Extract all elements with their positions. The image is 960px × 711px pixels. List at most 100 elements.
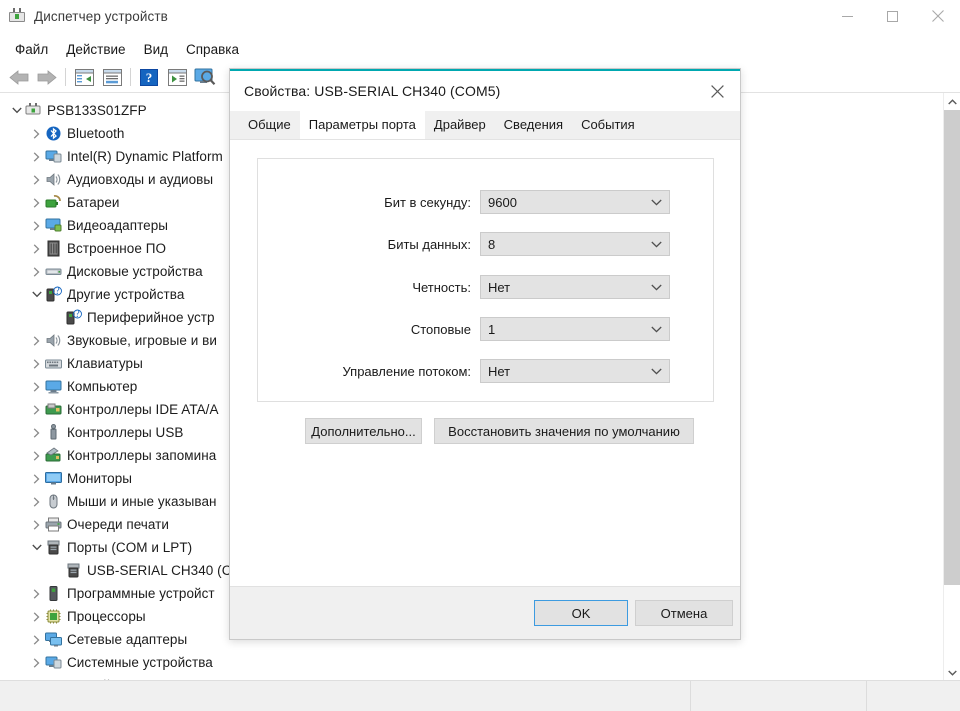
usb-controller-icon	[45, 424, 62, 441]
unknown-device-icon: ?	[65, 309, 82, 326]
tab-0[interactable]: Общие	[239, 112, 300, 139]
scan-hardware-changes-icon[interactable]	[163, 64, 191, 90]
field-combobox[interactable]: 1	[480, 317, 670, 341]
menu-file[interactable]: Файл	[6, 39, 57, 60]
processor-icon	[45, 608, 62, 625]
tree-item-label: Процессоры	[67, 609, 146, 624]
chevron-right-icon[interactable]	[28, 490, 45, 513]
forward-arrow-icon[interactable]	[33, 64, 61, 90]
chevron-right-icon[interactable]	[28, 513, 45, 536]
field-value: 9600	[488, 194, 517, 210]
chevron-right-icon[interactable]	[28, 582, 45, 605]
chevron-right-icon[interactable]	[28, 398, 45, 421]
chevron-right-icon[interactable]	[28, 191, 45, 214]
chevron-down-icon[interactable]	[651, 318, 662, 340]
field-combobox[interactable]: Нет	[480, 359, 670, 383]
field-label: Управление потоком:	[342, 363, 471, 379]
chevron-right-icon[interactable]	[28, 605, 45, 628]
chevron-right-icon[interactable]	[28, 168, 45, 191]
device-manager-window: Диспетчер устройств Файл Действие Вид Сп…	[0, 0, 960, 711]
chevron-right-icon[interactable]	[28, 145, 45, 168]
tree-item-label: Периферийное устр	[87, 310, 215, 325]
chevron-down-icon[interactable]	[944, 664, 960, 681]
scrollbar-thumb[interactable]	[944, 110, 960, 585]
maximize-button[interactable]	[870, 0, 915, 32]
device-manager-icon	[9, 8, 25, 24]
menu-view[interactable]: Вид	[135, 39, 177, 60]
chevron-right-icon[interactable]	[28, 421, 45, 444]
tree-item-label: Дисковые устройства	[67, 264, 203, 279]
tab-2[interactable]: Драйвер	[425, 112, 495, 139]
chevron-down-icon[interactable]	[28, 536, 45, 559]
chevron-down-icon[interactable]	[651, 191, 662, 213]
audio-icon	[45, 171, 62, 188]
port-icon	[65, 562, 82, 579]
chevron-right-icon[interactable]	[28, 122, 45, 145]
status-bar	[0, 680, 960, 711]
tab-3[interactable]: Сведения	[495, 112, 572, 139]
chevron-right-icon[interactable]	[28, 214, 45, 237]
update-driver-icon[interactable]	[191, 64, 219, 90]
computer-node-icon	[25, 102, 42, 119]
tree-item-label: Программные устройст	[67, 586, 215, 601]
tree-item-label: Контроллеры USB	[67, 425, 184, 440]
tree-item[interactable]: Системные устройства	[0, 651, 940, 674]
computer-icon	[45, 378, 62, 395]
tree-item-label: Системные устройства	[67, 655, 213, 670]
status-pane-secondary	[691, 681, 867, 711]
tree-item-label: PSB133S01ZFP	[47, 103, 147, 118]
field-combobox[interactable]: 8	[480, 232, 670, 256]
system-device-icon	[45, 148, 62, 165]
close-button[interactable]	[915, 0, 960, 32]
vertical-scrollbar[interactable]	[943, 93, 960, 681]
software-device-icon	[45, 585, 62, 602]
chevron-down-icon[interactable]	[8, 99, 25, 122]
chevron-down-icon[interactable]	[651, 360, 662, 382]
chevron-down-icon[interactable]	[651, 276, 662, 298]
chevron-right-icon[interactable]	[28, 467, 45, 490]
field-combobox[interactable]: 9600	[480, 190, 670, 214]
chevron-right-icon[interactable]	[28, 260, 45, 283]
form-row: Управление потоком: Нет	[258, 359, 670, 383]
dialog-tabstrip: Общие Параметры порта Драйвер Сведения Событ…	[230, 111, 740, 140]
chevron-right-icon[interactable]	[28, 651, 45, 674]
port-settings-groupbox: Бит в секунду: 9600 Биты данных: 8 Четность:…	[257, 158, 714, 402]
window-title: Диспетчер устройств	[34, 8, 168, 24]
menu-help[interactable]: Справка	[177, 39, 248, 60]
chevron-down-icon[interactable]	[651, 233, 662, 255]
chevron-right-icon[interactable]	[28, 237, 45, 260]
chevron-right-icon[interactable]	[28, 628, 45, 651]
tabpanel-port-settings: Бит в секунду: 9600 Биты данных: 8 Четность:…	[230, 139, 740, 639]
scrollbar-track[interactable]	[944, 110, 960, 664]
back-arrow-icon[interactable]	[5, 64, 33, 90]
ok-button[interactable]: OK	[534, 600, 628, 626]
properties-icon[interactable]	[98, 64, 126, 90]
field-combobox[interactable]: Нет	[480, 275, 670, 299]
tree-item-label: USB-SERIAL CH340 (C	[87, 563, 232, 578]
show-hide-console-tree-icon[interactable]	[70, 64, 98, 90]
cancel-button[interactable]: Отмена	[635, 600, 733, 626]
menu-action[interactable]: Действие	[57, 39, 134, 60]
chevron-up-icon[interactable]	[944, 93, 960, 110]
chevron-right-icon[interactable]	[28, 375, 45, 398]
restore-defaults-button[interactable]: Восстановить значения по умолчанию	[434, 418, 694, 444]
status-pane-main	[0, 681, 691, 711]
chevron-down-icon[interactable]	[28, 283, 45, 306]
ide-controller-icon	[45, 401, 62, 418]
monitor-icon	[45, 470, 62, 487]
svg-text:?: ?	[146, 70, 153, 85]
chevron-right-icon[interactable]	[28, 444, 45, 467]
disk-drive-icon	[45, 263, 62, 280]
chevron-right-icon[interactable]	[28, 329, 45, 352]
minimize-button[interactable]	[825, 0, 870, 32]
tree-item-label: Intel(R) Dynamic Platform	[67, 149, 223, 164]
chevron-right-icon[interactable]	[28, 352, 45, 375]
tab-1[interactable]: Параметры порта	[299, 111, 425, 140]
tab-4[interactable]: События	[572, 112, 644, 139]
help-icon[interactable]: ?	[135, 64, 163, 90]
tree-item-label: Bluetooth	[67, 126, 125, 141]
advanced-button[interactable]: Дополнительно...	[305, 418, 422, 444]
dialog-titlebar: Свойства: USB-SERIAL CH340 (COM5)	[230, 71, 740, 111]
close-icon[interactable]	[694, 71, 740, 111]
